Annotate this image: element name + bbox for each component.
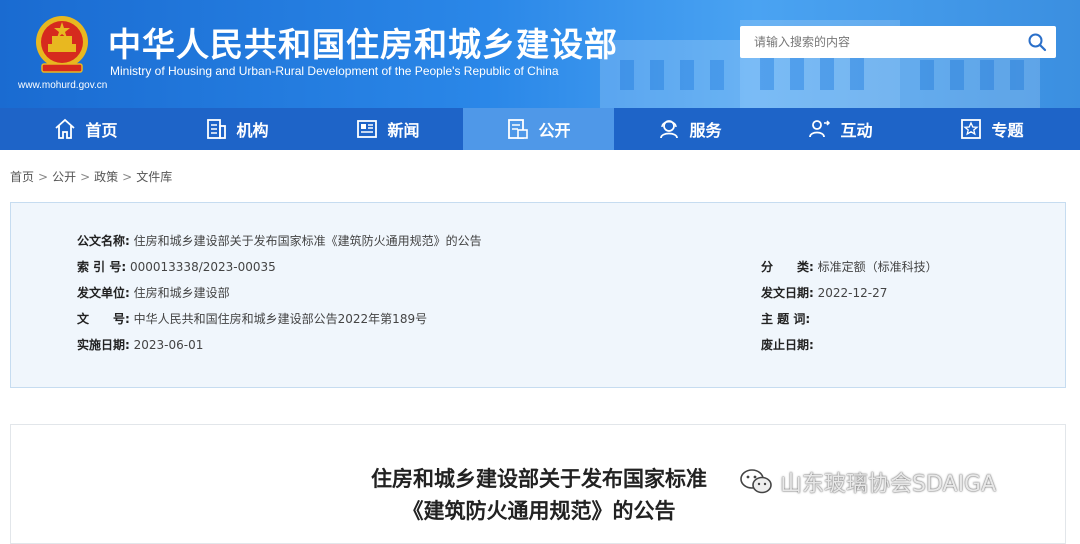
document-icon	[508, 119, 529, 139]
doc-no-label: 文 号:	[77, 312, 130, 326]
search-box	[740, 26, 1056, 58]
breadcrumb-library[interactable]: 文件库	[136, 170, 172, 184]
doc-no-row: 文 号: 中华人民共和国住房和城乡建设部公告2022年第189号	[77, 310, 427, 327]
keywords-row: 主 题 词:	[761, 310, 810, 327]
building-icon	[207, 119, 227, 139]
news-icon	[357, 120, 378, 138]
repeal-row: 废止日期:	[761, 336, 814, 353]
watermark-text: 山东玻璃协会SDAIGA	[780, 472, 997, 497]
document-info-panel: 公文名称: 住房和城乡建设部关于发布国家标准《建筑防火通用规范》的公告 索 引 …	[10, 202, 1066, 388]
index-label: 索 引 号:	[77, 260, 127, 274]
date-row: 发文日期: 2022-12-27	[761, 284, 887, 301]
issuer-row: 发文单位: 住房和城乡建设部	[77, 284, 230, 301]
service-icon	[660, 120, 679, 139]
issuer-label: 发文单位:	[77, 286, 130, 300]
effective-value: 2023-06-01	[133, 338, 204, 352]
issuer-value: 住房和城乡建设部	[133, 286, 230, 300]
breadcrumb-policy[interactable]: 政策	[94, 170, 118, 184]
nav-item-label: 互动	[840, 121, 873, 140]
date-label: 发文日期:	[761, 286, 814, 300]
nav-item-home[interactable]: 首页	[10, 108, 161, 150]
main-nav: 首页 机构 新闻 公开 服务 互动 专题	[0, 108, 1080, 150]
category-row: 分 类: 标准定额（标准科技）	[761, 258, 938, 275]
effective-row: 实施日期: 2023-06-01	[77, 336, 203, 353]
nav-item-public[interactable]: 公开	[463, 108, 614, 150]
nav-item-service[interactable]: 服务	[614, 108, 765, 150]
breadcrumb-separator: >	[38, 170, 49, 184]
breadcrumb-public[interactable]: 公开	[52, 170, 76, 184]
doc-name-label: 公文名称:	[77, 234, 130, 248]
nav-item-interact[interactable]: 互动	[765, 108, 916, 150]
site-subtitle: Ministry of Housing and Urban-Rural Deve…	[110, 64, 559, 78]
doc-name-row: 公文名称: 住房和城乡建设部关于发布国家标准《建筑防火通用规范》的公告	[77, 232, 482, 249]
site-header: www.mohurd.gov.cn 中华人民共和国住房和城乡建设部 Minist…	[0, 0, 1080, 108]
nav-item-label: 首页	[85, 121, 118, 140]
star-icon	[961, 119, 982, 139]
breadcrumb-separator: >	[80, 170, 91, 184]
article-title-line2: 《建筑防火通用规范》的公告	[402, 499, 676, 523]
index-value: 000013338/2023-00035	[129, 260, 276, 274]
keywords-label: 主 题 词:	[761, 312, 811, 326]
search-icon[interactable]	[1026, 31, 1048, 53]
wechat-icon	[740, 469, 772, 494]
nav-item-label: 公开	[538, 121, 571, 140]
home-icon	[55, 118, 76, 139]
doc-name-value: 住房和城乡建设部关于发布国家标准《建筑防火通用规范》的公告	[133, 234, 482, 248]
breadcrumb: 首页 > 公开 > 政策 > 文件库	[10, 168, 172, 185]
watermark: 山东玻璃协会SDAIGA	[738, 466, 996, 498]
national-emblem-icon	[36, 16, 88, 73]
nav-item-label: 新闻	[387, 121, 420, 140]
nav-item-label: 专题	[991, 121, 1024, 140]
nav-item-org[interactable]: 机构	[161, 108, 312, 150]
repeal-label: 废止日期:	[761, 338, 814, 352]
effective-label: 实施日期:	[77, 338, 130, 352]
breadcrumb-home[interactable]: 首页	[10, 170, 34, 184]
category-value: 标准定额（标准科技）	[817, 260, 938, 274]
nav-item-news[interactable]: 新闻	[312, 108, 463, 150]
index-row: 索 引 号: 000013338/2023-00035	[77, 258, 276, 275]
category-label: 分 类:	[761, 260, 814, 274]
breadcrumb-separator: >	[122, 170, 133, 184]
date-value: 2022-12-27	[817, 286, 888, 300]
nav-item-label: 机构	[236, 121, 269, 140]
site-title: 中华人民共和国住房和城乡建设部	[108, 25, 618, 64]
site-url[interactable]: www.mohurd.gov.cn	[18, 80, 107, 91]
nav-item-special[interactable]: 专题	[916, 108, 1067, 150]
doc-no-value: 中华人民共和国住房和城乡建设部公告2022年第189号	[133, 312, 428, 326]
interact-icon	[809, 120, 831, 138]
nav-item-label: 服务	[689, 121, 722, 140]
search-input[interactable]	[754, 26, 1014, 58]
